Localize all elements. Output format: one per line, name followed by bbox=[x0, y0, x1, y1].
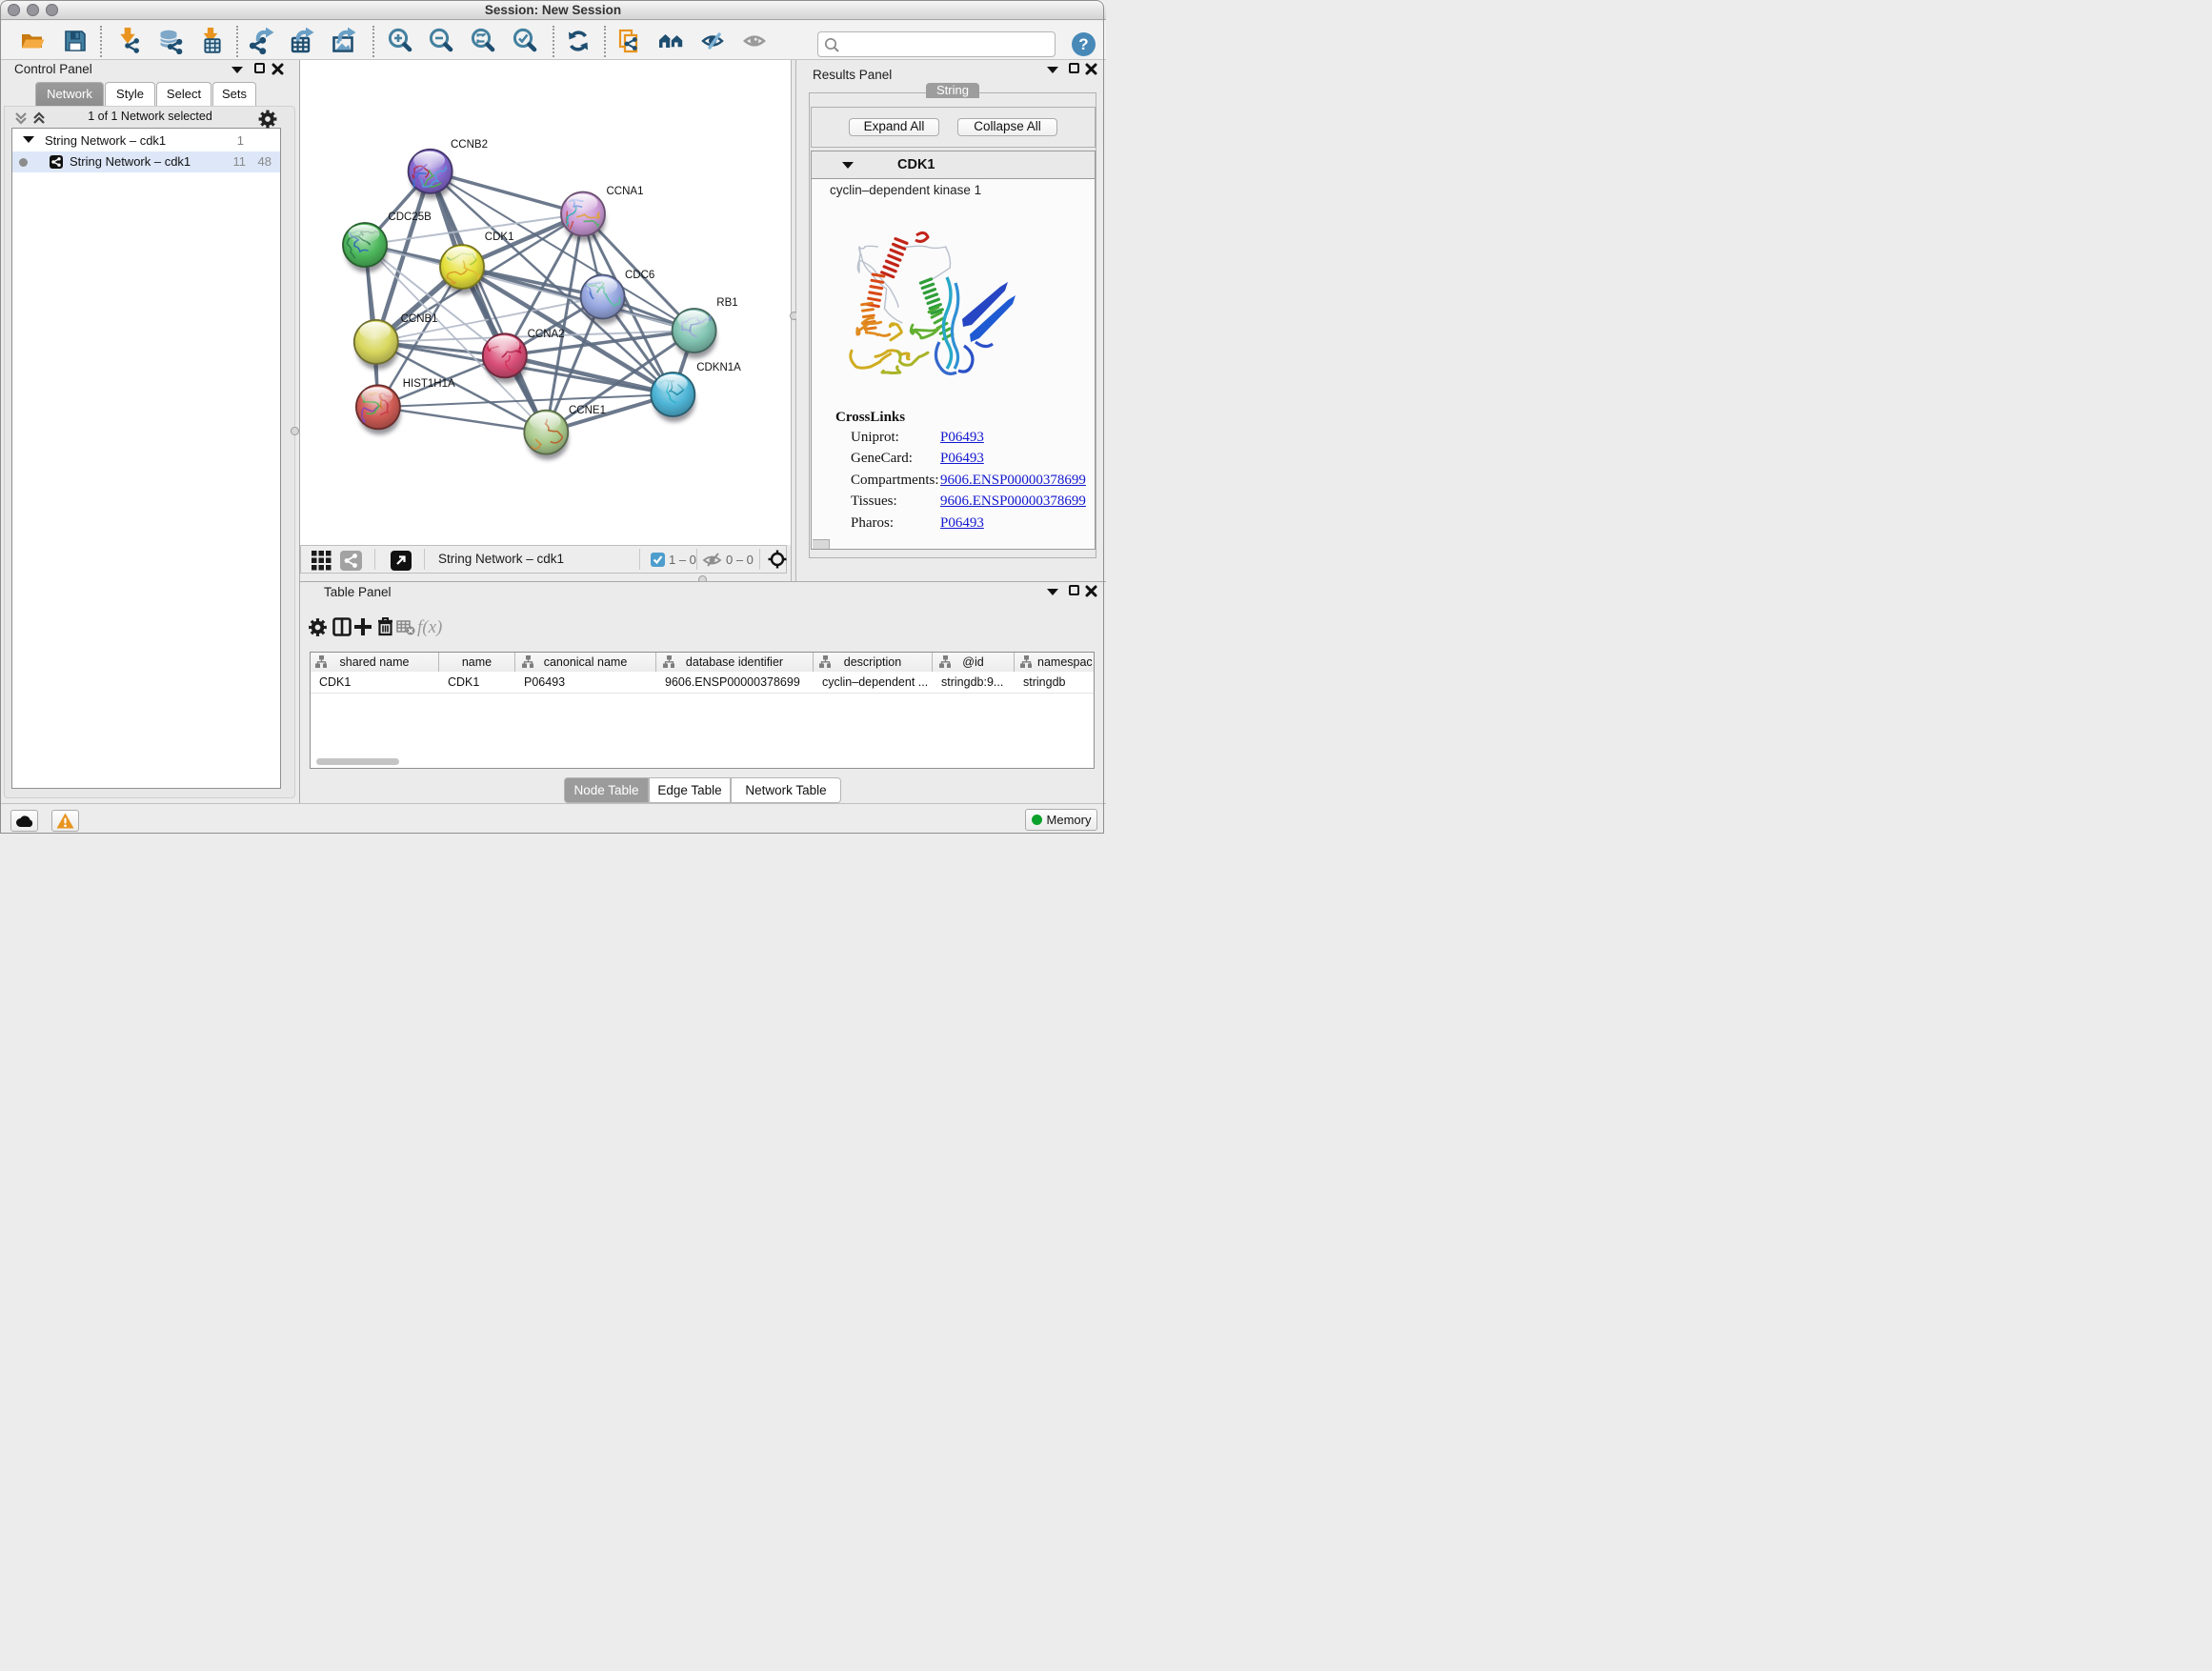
svg-text:CDC25B: CDC25B bbox=[388, 211, 432, 223]
svg-text:CDC6: CDC6 bbox=[625, 270, 654, 281]
svg-text:CDKN1A: CDKN1A bbox=[696, 362, 741, 373]
svg-text:CCNA1: CCNA1 bbox=[607, 186, 644, 197]
svg-text:CDK1: CDK1 bbox=[485, 232, 514, 243]
svg-text:CCNE1: CCNE1 bbox=[569, 405, 606, 416]
svg-text:CCNA2: CCNA2 bbox=[528, 329, 565, 340]
svg-text:CCNB1: CCNB1 bbox=[401, 313, 438, 325]
svg-text:HIST1H1A: HIST1H1A bbox=[403, 378, 455, 390]
svg-text:CCNB2: CCNB2 bbox=[451, 139, 488, 151]
svg-text:RB1: RB1 bbox=[716, 297, 737, 309]
